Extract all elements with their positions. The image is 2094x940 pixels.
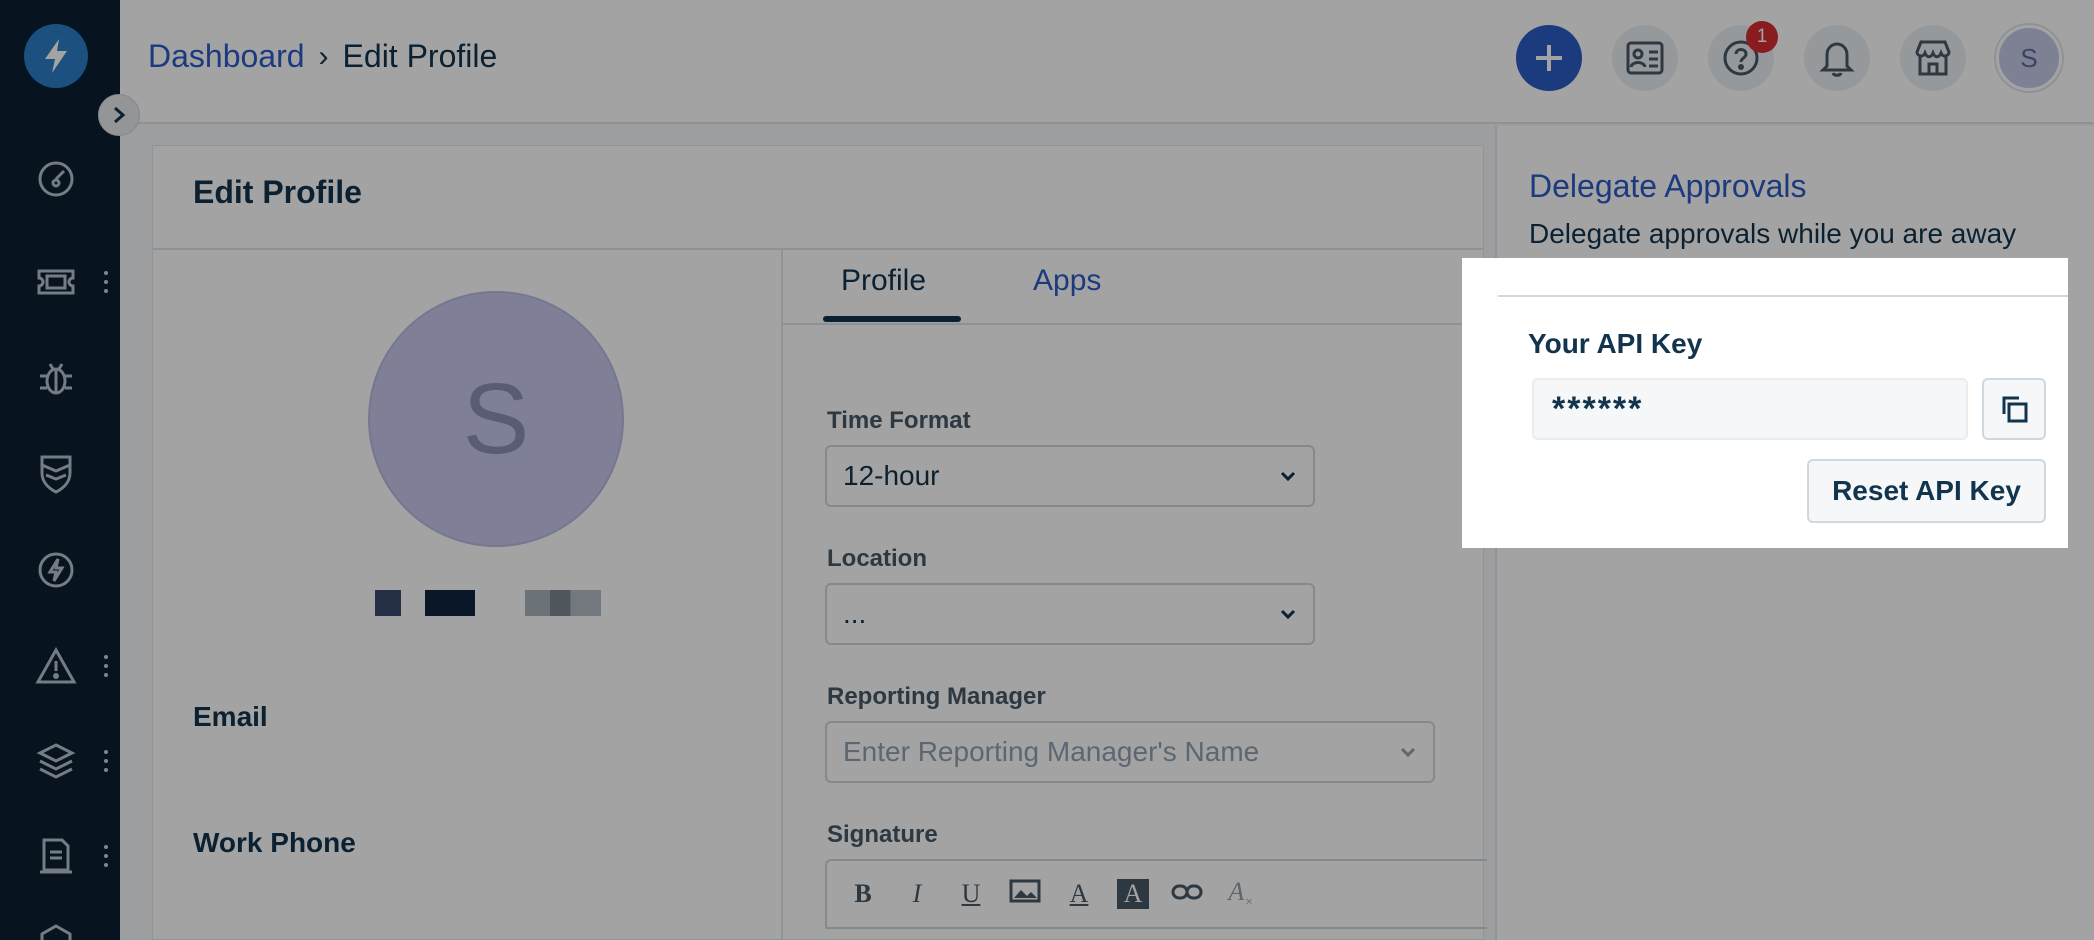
chevron-down-icon [1280, 471, 1296, 482]
dashboard-icon[interactable] [30, 153, 82, 205]
alert-icon[interactable] [30, 640, 82, 692]
signature-label: Signature [827, 821, 938, 848]
sidebar-toggle-button[interactable] [98, 94, 140, 136]
page-title: Edit Profile [193, 174, 362, 210]
help-button[interactable]: 1 [1708, 21, 1778, 91]
notification-badge: 1 [1746, 21, 1778, 53]
delegate-approvals-link[interactable]: Delegate Approvals [1529, 168, 1807, 205]
sidebar-more-tickets-icon[interactable] [98, 262, 114, 302]
divider [1498, 295, 2068, 297]
api-key-field[interactable]: ****** [1532, 378, 1968, 440]
redacted-name-block [525, 590, 601, 616]
layers-icon[interactable] [30, 735, 82, 787]
bold-icon[interactable]: B [847, 879, 879, 909]
document-icon[interactable] [30, 830, 82, 882]
clear-format-icon[interactable]: A× [1225, 877, 1257, 911]
time-format-select[interactable]: 12-hour [825, 445, 1315, 507]
location-label: Location [827, 545, 927, 572]
copy-api-key-button[interactable] [1982, 378, 2046, 440]
reporting-manager-placeholder: Enter Reporting Manager's Name [843, 736, 1260, 767]
settings-icon[interactable] [30, 916, 82, 940]
email-label: Email [193, 701, 268, 732]
chevron-down-icon [1280, 609, 1296, 620]
breadcrumb-separator: › [318, 39, 329, 73]
user-avatar[interactable]: S [1996, 25, 2062, 91]
shield-icon[interactable] [30, 448, 82, 500]
bug-icon[interactable] [30, 352, 82, 404]
column-divider [781, 250, 783, 940]
link-icon[interactable] [1171, 879, 1203, 909]
work-phone-label: Work Phone [193, 827, 356, 858]
reporting-manager-label: Reporting Manager [827, 683, 1046, 710]
top-header: Dashboard › Edit Profile 1 S [120, 0, 2094, 124]
sidebar-more-documents-icon[interactable] [98, 836, 114, 876]
redacted-name-block [375, 590, 401, 616]
tab-apps[interactable]: Apps [1033, 264, 1101, 298]
image-icon[interactable] [1009, 879, 1041, 910]
underline-icon[interactable]: U [955, 879, 987, 909]
bell-icon [1819, 42, 1855, 77]
italic-icon[interactable]: I [901, 879, 933, 909]
brand-logo-icon[interactable] [24, 24, 88, 88]
divider [153, 248, 1483, 250]
reporting-manager-select[interactable]: Enter Reporting Manager's Name [825, 721, 1435, 783]
reset-api-key-button[interactable]: Reset API Key [1807, 459, 2046, 523]
breadcrumb-current: Edit Profile [342, 38, 498, 74]
time-format-value: 12-hour [843, 460, 940, 491]
breadcrumb: Dashboard › Edit Profile [148, 38, 497, 75]
signature-toolbar: B I U A A A× [825, 859, 1487, 929]
copy-icon [2002, 396, 2028, 423]
store-icon [1915, 40, 1951, 76]
edit-profile-card: Edit Profile S Email Work Phone Profile … [152, 145, 1487, 940]
contacts-icon [1626, 41, 1664, 75]
location-select[interactable]: ... [825, 583, 1315, 645]
location-value: ... [843, 598, 867, 629]
chevron-right-icon [114, 106, 126, 124]
contacts-button[interactable] [1612, 25, 1678, 91]
chevron-down-icon [1400, 747, 1416, 758]
tabs-divider [783, 323, 1485, 325]
sidebar [0, 0, 120, 940]
api-key-section: Your API Key ****** Reset API Key [1462, 258, 2068, 548]
new-button[interactable] [1516, 25, 1582, 91]
background-color-icon[interactable]: A [1117, 879, 1149, 909]
time-format-label: Time Format [827, 407, 971, 434]
notifications-button[interactable] [1804, 25, 1870, 91]
font-color-icon[interactable]: A [1063, 879, 1095, 909]
sidebar-more-alerts-icon[interactable] [98, 646, 114, 686]
api-key-title: Your API Key [1528, 328, 1703, 359]
marketplace-button[interactable] [1900, 25, 1966, 91]
sidebar-more-layers-icon[interactable] [98, 741, 114, 781]
delegate-approvals-description: Delegate approvals while you are away [1529, 218, 2017, 249]
plus-icon [1536, 45, 1562, 71]
ticket-icon[interactable] [30, 256, 82, 308]
profile-avatar[interactable]: S [368, 291, 624, 547]
active-tab-indicator [823, 316, 961, 322]
bolt-icon[interactable] [30, 544, 82, 596]
breadcrumb-dashboard-link[interactable]: Dashboard [148, 38, 305, 75]
redacted-name-block [425, 590, 475, 616]
tab-profile[interactable]: Profile [841, 264, 926, 298]
